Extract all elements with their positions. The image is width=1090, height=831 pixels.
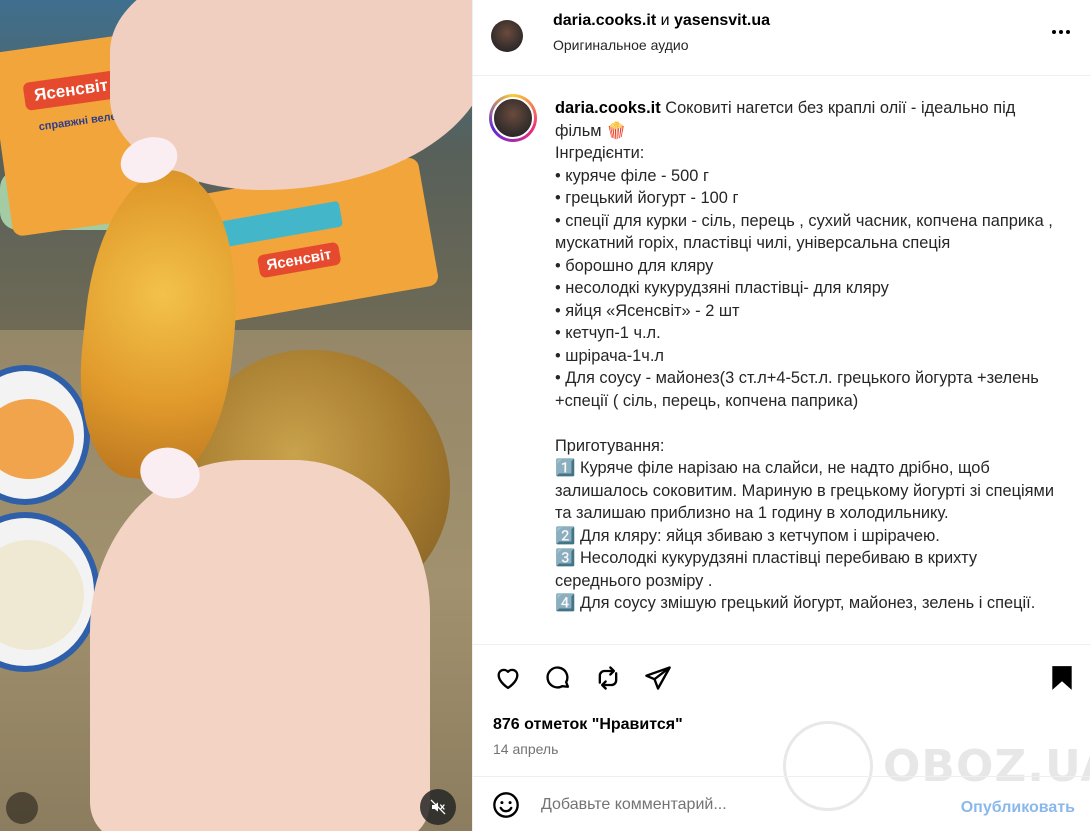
comment-input[interactable] xyxy=(541,791,941,819)
coauthor-link[interactable]: yasensvit.ua xyxy=(674,12,770,29)
heart-icon xyxy=(497,668,519,690)
save-button[interactable] xyxy=(1047,663,1077,693)
share-icon xyxy=(645,666,671,690)
more-options-button[interactable] xyxy=(1049,20,1073,44)
bookmark-icon xyxy=(1052,666,1072,690)
action-bar: 876 отметок "Нравится" 14 апрель OBOZ.UA xyxy=(473,644,1090,811)
egg-box-brand: Ясенсвіт xyxy=(22,70,120,111)
comment-button[interactable] xyxy=(543,663,573,693)
post-caption: daria.cooks.it Соковиті нагетси без крап… xyxy=(555,97,1055,615)
mute-button[interactable] xyxy=(420,789,456,825)
comment-icon xyxy=(546,666,570,689)
post-authors: daria.cooks.it и yasensvit.ua xyxy=(553,12,770,30)
author-avatar[interactable] xyxy=(491,20,523,52)
emoji-button[interactable] xyxy=(491,790,521,820)
author-link[interactable]: daria.cooks.it xyxy=(553,12,656,29)
post-video[interactable]: Ясенсвіт справжні велетні Ясенсвіт xyxy=(0,0,472,831)
like-button[interactable] xyxy=(493,663,523,693)
video-tag-avatar[interactable] xyxy=(6,792,38,824)
hand-bottom xyxy=(90,460,430,831)
audio-link[interactable]: Оригинальное аудио xyxy=(553,37,689,53)
share-button[interactable] xyxy=(643,663,673,693)
egg-box-brand-2: Ясенсвіт xyxy=(256,241,342,279)
more-icon xyxy=(1052,30,1070,34)
mute-icon xyxy=(430,799,446,815)
post-header: daria.cooks.it и yasensvit.ua Оригинальн… xyxy=(473,0,1090,76)
post-date[interactable]: 14 апрель xyxy=(493,741,558,757)
likes-count[interactable]: 876 отметок "Нравится" xyxy=(493,716,683,734)
repost-icon xyxy=(598,666,618,690)
post-panel: daria.cooks.it и yasensvit.ua Оригинальн… xyxy=(472,0,1090,831)
caption-section: daria.cooks.it Соковиті нагетси без крап… xyxy=(473,77,1090,643)
comment-bar: Опубликовать xyxy=(473,776,1090,831)
caption-text: Соковиті нагетси без краплі олії - ідеал… xyxy=(555,99,1054,612)
emoji-icon xyxy=(493,792,519,818)
caption-username[interactable]: daria.cooks.it xyxy=(555,99,661,117)
authors-conjunction: и xyxy=(656,12,674,29)
egg-box-stripe xyxy=(220,200,344,248)
post-comment-button[interactable]: Опубликовать xyxy=(961,799,1075,817)
repost-button[interactable] xyxy=(593,663,623,693)
caption-avatar[interactable] xyxy=(489,94,537,142)
